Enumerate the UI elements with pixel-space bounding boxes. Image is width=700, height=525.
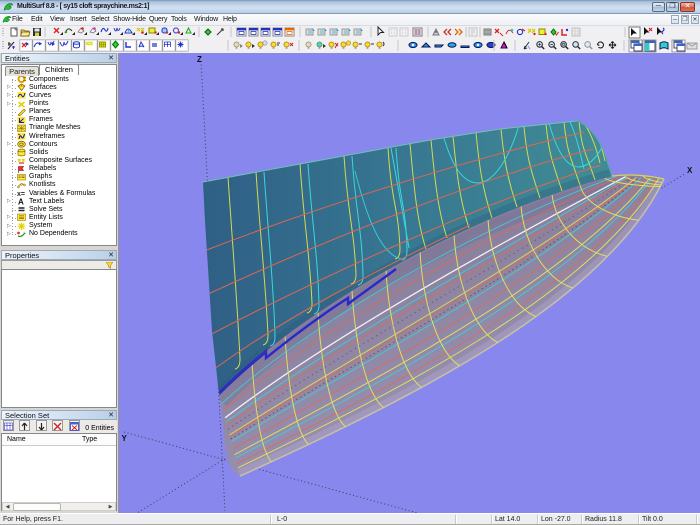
svg-text:X: X [687, 166, 693, 175]
svg-text:Y: Y [122, 434, 128, 443]
svg-text:Z: Z [197, 55, 202, 64]
